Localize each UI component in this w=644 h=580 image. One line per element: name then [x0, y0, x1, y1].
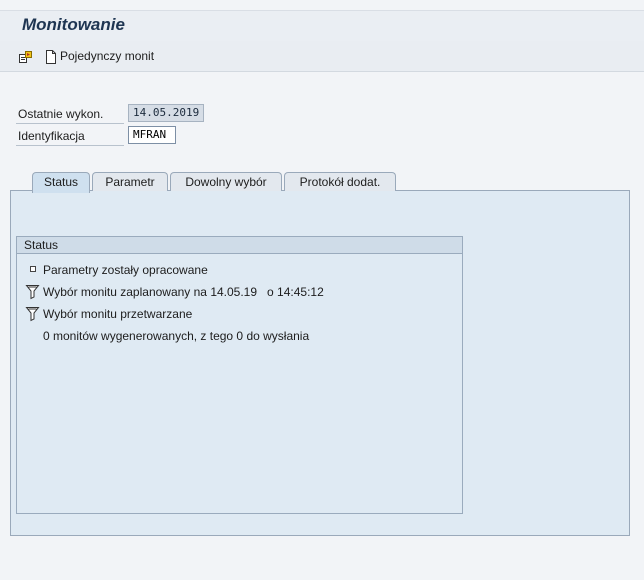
status-text: Wybór monitu przetwarzane	[43, 307, 193, 321]
funnel-icon	[25, 284, 41, 300]
status-line: Wybór monitu zaplanowany na 14.05.19 o 1…	[17, 284, 457, 300]
tab-parametr[interactable]: Parametr	[92, 172, 168, 191]
execute-icon[interactable]	[18, 49, 34, 65]
identification-label: Identyfikacja	[18, 129, 85, 143]
title-bar: Monitowanie	[0, 10, 644, 42]
identification-underline	[16, 145, 124, 146]
status-line: Wybór monitu przetwarzane	[17, 306, 457, 322]
bottom-area	[0, 538, 644, 580]
funnel-icon	[25, 306, 41, 322]
document-icon[interactable]	[43, 49, 59, 65]
tab-protokol-dodat[interactable]: Protokół dodat.	[284, 172, 396, 191]
status-group-header: Status	[17, 237, 462, 254]
single-reminder-button[interactable]: Pojedynczy monit	[60, 49, 154, 63]
last-run-underline	[16, 123, 124, 124]
page-title: Monitowanie	[22, 15, 125, 34]
status-text: Wybór monitu zaplanowany na 14.05.19 o 1…	[43, 285, 324, 299]
application-toolbar: Pojedynczy monit	[0, 41, 644, 72]
tabstrip: Status Parametr Dowolny wybór Protokół d…	[10, 172, 630, 193]
status-line: Parametry zostały opracowane	[17, 262, 457, 278]
tab-status[interactable]: Status	[32, 172, 90, 193]
status-text: 0 monitów wygenerowanych, z tego 0 do wy…	[43, 329, 310, 343]
status-text: Parametry zostały opracowane	[43, 263, 208, 277]
identification-input[interactable]: MFRAN	[128, 126, 176, 144]
last-run-field: 14.05.2019	[128, 104, 204, 122]
status-groupbox: Status Parametry zostały opracowane Wybó…	[16, 236, 463, 514]
square-bullet-icon	[25, 262, 41, 278]
status-line: 0 monitów wygenerowanych, z tego 0 do wy…	[17, 328, 457, 344]
last-run-label: Ostatnie wykon.	[18, 107, 104, 121]
tab-dowolny-wybor[interactable]: Dowolny wybór	[170, 172, 282, 191]
